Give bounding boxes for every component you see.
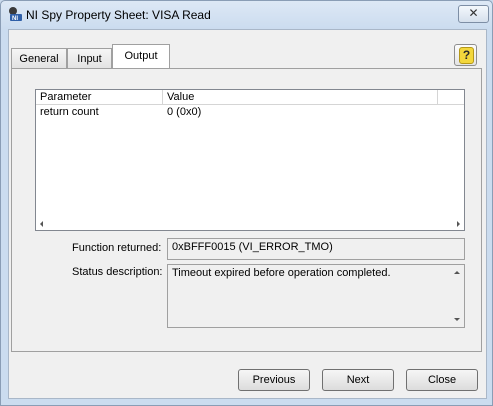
close-button-label: Close [427,374,457,386]
cell-parameter: return count [40,106,99,118]
svg-text:NI: NI [12,16,18,22]
window-title: NI Spy Property Sheet: VISA Read [26,8,211,22]
output-tab-panel: Parameter Value return count 0 (0x0) Fun… [11,68,482,352]
tab-general[interactable]: General [11,48,67,68]
next-button[interactable]: Next [322,369,394,391]
next-button-label: Next [346,374,370,386]
tab-input-label: Input [77,53,102,65]
ni-spy-icon: NI [9,7,22,22]
status-description-value: Timeout expired before operation complet… [172,267,391,279]
function-returned-field[interactable]: 0xBFFF0015 (VI_ERROR_TMO) [167,238,465,260]
scroll-right-icon[interactable] [457,221,460,227]
function-returned-label: Function returned: [72,242,162,254]
close-button[interactable]: Close [406,369,478,391]
title-bar[interactable]: NI NI Spy Property Sheet: VISA Read ✕ [1,1,492,29]
dialog-body: General Input Output ? Parameter Value r… [8,29,487,399]
parameter-list[interactable]: Parameter Value return count 0 (0x0) [35,89,465,231]
close-icon: ✕ [468,6,479,20]
table-row[interactable]: return count 0 (0x0) [36,105,464,119]
help-icon: ? [459,47,474,64]
list-header: Parameter Value [36,90,464,105]
scroll-down-icon[interactable] [454,318,460,321]
previous-button[interactable]: Previous [238,369,310,391]
horizontal-scrollbar[interactable] [36,217,464,230]
cell-value: 0 (0x0) [167,106,202,118]
status-description-field[interactable]: Timeout expired before operation complet… [167,264,465,328]
scroll-left-icon[interactable] [40,221,43,227]
help-button[interactable]: ? [454,44,477,66]
tab-output[interactable]: Output [112,44,170,68]
column-header-value[interactable]: Value [163,90,438,104]
scroll-up-icon[interactable] [454,271,460,274]
close-window-button[interactable]: ✕ [458,5,489,23]
vertical-scrollbar[interactable] [450,265,464,327]
column-header-parameter[interactable]: Parameter [36,90,163,104]
property-sheet-window: NI NI Spy Property Sheet: VISA Read ✕ Ge… [0,0,493,406]
status-description-label: Status description: [72,266,163,278]
previous-button-label: Previous [252,374,296,386]
tab-general-label: General [19,53,59,65]
tab-output-label: Output [124,50,158,62]
function-returned-value: 0xBFFF0015 (VI_ERROR_TMO) [172,241,333,253]
tab-input[interactable]: Input [67,48,112,68]
